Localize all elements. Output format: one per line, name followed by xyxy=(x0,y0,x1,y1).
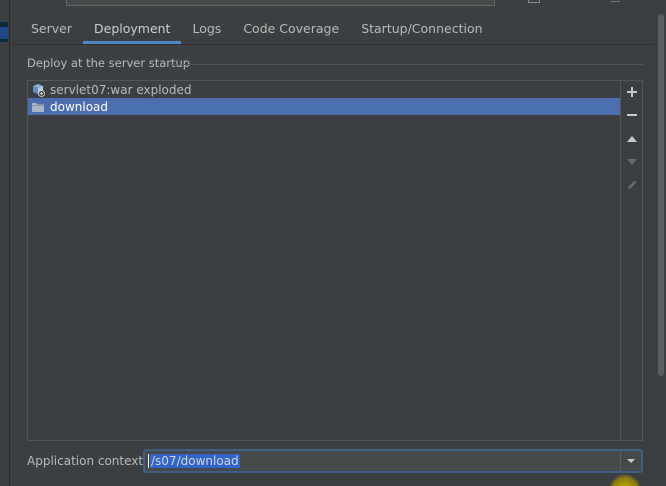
tree-selection-marker xyxy=(0,27,8,39)
tabs-divider xyxy=(9,44,655,45)
list-item-artifact[interactable]: servlet07:war exploded xyxy=(28,81,620,98)
mouse-cursor-highlight xyxy=(609,474,641,486)
store-as-project-checkbox-edge[interactable] xyxy=(528,0,540,3)
add-icon[interactable] xyxy=(622,82,642,102)
artifact-icon xyxy=(31,83,45,97)
folder-icon xyxy=(31,100,45,114)
configuration-tree-edge[interactable] xyxy=(0,0,10,486)
deploy-list[interactable]: servlet07:war exploded download xyxy=(27,80,621,441)
application-context-combobox[interactable]: /s07/download xyxy=(143,449,643,473)
chevron-down-icon[interactable] xyxy=(620,451,641,471)
application-context-input[interactable]: /s07/download xyxy=(150,454,240,468)
top-right-label-edge xyxy=(610,0,620,2)
list-item-label: download xyxy=(50,99,109,114)
group-title-separator xyxy=(170,64,643,65)
tab-code-coverage[interactable]: Code Coverage xyxy=(232,14,350,44)
config-tabs: Server Deployment Logs Code Coverage Sta… xyxy=(20,14,494,44)
move-down-icon xyxy=(622,152,642,172)
tab-deployment[interactable]: Deployment xyxy=(83,14,182,44)
name-field-edge[interactable] xyxy=(66,0,495,6)
text-caret xyxy=(148,454,149,468)
tab-logs[interactable]: Logs xyxy=(181,14,232,44)
list-item-download-selected[interactable]: download xyxy=(28,98,620,115)
move-up-icon[interactable] xyxy=(622,129,642,149)
deploy-list-toolbar xyxy=(621,80,643,441)
deploy-group-title: Deploy at the server startup xyxy=(27,56,197,70)
list-item-label: servlet07:war exploded xyxy=(50,82,192,97)
edit-icon xyxy=(622,175,642,195)
tab-startup-connection[interactable]: Startup/Connection xyxy=(350,14,493,44)
run-configuration-panel: Server Deployment Logs Code Coverage Sta… xyxy=(0,0,666,486)
tab-server[interactable]: Server xyxy=(20,14,83,44)
panel-scrollbar[interactable] xyxy=(655,0,666,486)
application-context-label: Application context: xyxy=(27,454,148,468)
scrollbar-thumb[interactable] xyxy=(658,14,664,376)
remove-icon[interactable] xyxy=(622,105,642,125)
